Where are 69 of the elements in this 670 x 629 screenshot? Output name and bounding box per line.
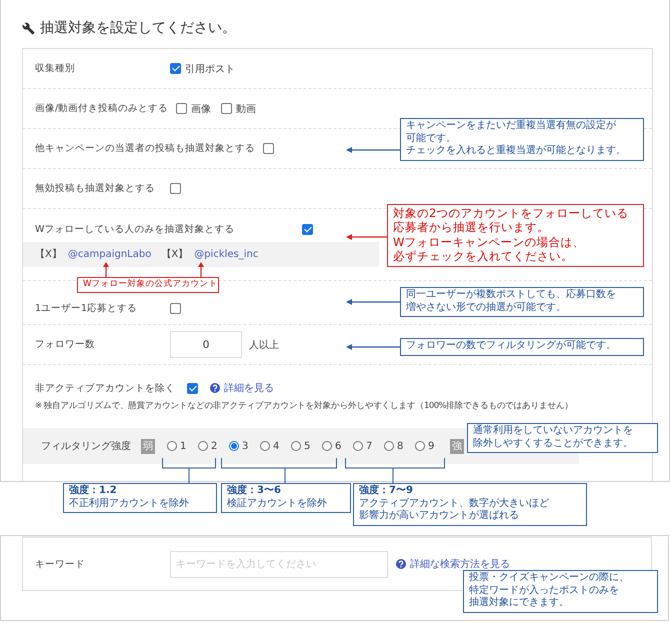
annotation-text: 増やさない形での抽選が可能です。 bbox=[406, 302, 566, 314]
details-link[interactable]: 詳細を見る bbox=[224, 381, 274, 395]
setting-label: 画像/動画付き投稿のみとする bbox=[35, 102, 168, 115]
annotation-text: Wフォロー対象の公式アカウント bbox=[83, 279, 218, 290]
setting-label: 無効投稿も抽選対象とする bbox=[35, 182, 156, 195]
annotation-text: アクティブアカウント、数字が大きいほど bbox=[359, 498, 549, 510]
setting-label: 1ユーザー1応募とする bbox=[35, 302, 138, 315]
filter-label: フィルタリング強度 bbox=[41, 440, 131, 454]
option-label: 画像 bbox=[191, 102, 212, 116]
level-badge: 強 bbox=[450, 438, 464, 454]
annotation-text: 影響力が高いアカウントが選ばれる bbox=[359, 510, 519, 522]
annotation-text: 必ずチェックを入れてください。 bbox=[393, 249, 573, 264]
account-link[interactable]: @pickles_inc bbox=[194, 248, 258, 260]
annotation-text: 通常利用をしていないアカウントを bbox=[473, 425, 633, 438]
annotation-heading: 強度：1.2 bbox=[69, 485, 118, 498]
annotation-text: キャンペーンをまたいだ重複当選有無の設定が bbox=[406, 120, 616, 132]
checkbox[interactable] bbox=[176, 103, 188, 114]
number-field[interactable]: 0 bbox=[170, 331, 242, 358]
unit-label: 人以上 bbox=[249, 338, 279, 352]
setting-label: フォロワー数 bbox=[35, 338, 96, 351]
wrench-icon bbox=[22, 22, 35, 34]
platform-tag: 【X】 bbox=[161, 247, 188, 261]
help-icon bbox=[210, 383, 220, 393]
checkbox[interactable] bbox=[187, 382, 198, 394]
annotation-text: 投票・クイズキャンペーンの際に、 bbox=[469, 572, 629, 584]
annotation-heading: 強度：7〜9 bbox=[359, 485, 414, 498]
annotation-text: 対象の2つのアカウントをフォローしている bbox=[393, 206, 628, 220]
radio-option[interactable]: 4 bbox=[260, 440, 291, 452]
annotation-text: チェックを入れると重複当選が可能となります。 bbox=[406, 145, 626, 158]
section-title: 抽選対象を設定してください。 bbox=[40, 19, 236, 37]
checkbox[interactable] bbox=[170, 183, 181, 194]
help-icon bbox=[396, 559, 406, 569]
option-label: 引用ポスト bbox=[185, 62, 235, 76]
radio-option[interactable]: 2 bbox=[198, 440, 229, 452]
annotation-text: 抽選対象にできます。 bbox=[469, 597, 569, 610]
radio-option[interactable]: 7 bbox=[353, 440, 384, 452]
annotation-text: 除外しやすくすることができます。 bbox=[473, 438, 633, 450]
checkbox[interactable] bbox=[170, 63, 181, 74]
note-text: ※ 独自アルゴリズムで、懸賞アカウントなどの非アクティブアカウントを対象から外しやすくします（100%排除できるものではありません） bbox=[35, 401, 573, 412]
checkbox[interactable] bbox=[263, 143, 274, 154]
radio-option[interactable]: 6 bbox=[322, 440, 353, 452]
annotation-text: 応募者から抽選を行います。 bbox=[393, 220, 549, 235]
setting-label: Wフォローしている人のみを抽選対象とする bbox=[35, 222, 234, 236]
annotation-text: 同一ユーザーが複数ポストしても、応募口数を bbox=[406, 289, 616, 302]
checkbox[interactable] bbox=[170, 303, 181, 314]
account-link[interactable]: @campaignLabo bbox=[68, 248, 152, 260]
annotation-text: フォロワーの数でフィルタリングが可能です。 bbox=[406, 340, 616, 352]
checkbox[interactable] bbox=[221, 103, 232, 114]
search-help-link[interactable]: 詳細な検索方法を見る bbox=[410, 557, 510, 571]
annotation-text: 不正利用アカウントを除外 bbox=[69, 498, 189, 510]
radio-option[interactable]: 5 bbox=[291, 440, 322, 452]
annotation-text: 特定ワードが入ったポストのみを bbox=[469, 584, 619, 596]
annotation-heading: 強度：3〜6 bbox=[227, 485, 282, 498]
platform-tag: 【X】 bbox=[35, 247, 62, 261]
annotation-text: 検証アカウントを除外 bbox=[227, 498, 327, 510]
level-badge: 弱 bbox=[141, 438, 155, 454]
setting-label: キーワード bbox=[35, 558, 86, 570]
annotation-text: 可能です。 bbox=[406, 132, 456, 145]
radio-option[interactable]: 9 bbox=[415, 440, 446, 452]
setting-label: 収集種別 bbox=[35, 62, 76, 75]
setting-label: 非アクティブアカウントを除く bbox=[35, 382, 175, 394]
setting-label: 他キャンペーンの当選者の投稿も抽選対象とする bbox=[35, 142, 255, 155]
keyword-field[interactable]: キーワードを入力してください bbox=[170, 550, 388, 578]
radio-option[interactable]: 3 bbox=[229, 440, 260, 452]
radio-option[interactable]: 8 bbox=[384, 440, 415, 452]
checkbox[interactable] bbox=[302, 224, 314, 234]
annotation-text: Wフォローキャンペーンの場合は、 bbox=[393, 234, 584, 250]
radio-option[interactable]: 1 bbox=[167, 440, 198, 452]
option-label: 動画 bbox=[236, 102, 256, 116]
